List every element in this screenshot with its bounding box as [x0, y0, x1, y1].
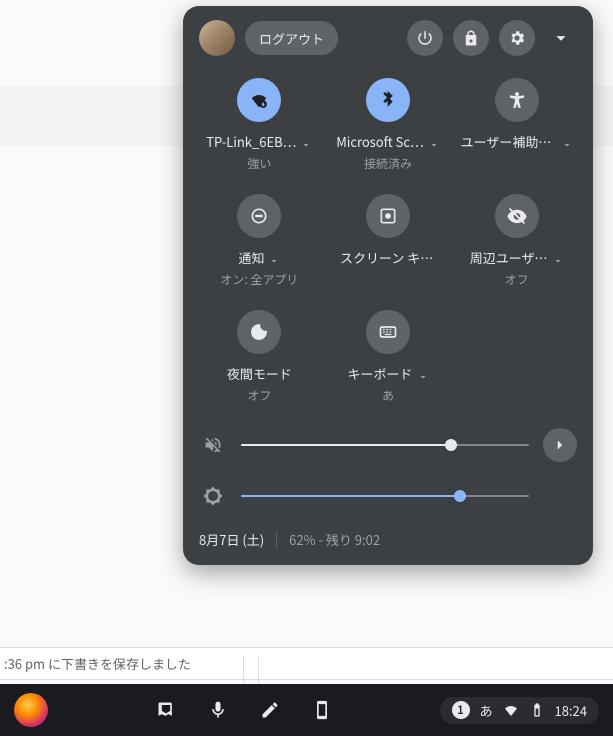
- dictation-button[interactable]: [203, 695, 233, 725]
- tile-notifications-toggle[interactable]: [237, 194, 281, 238]
- tile-nightlight: 夜間モードオフ: [199, 310, 320, 404]
- logout-button[interactable]: ログアウト: [245, 21, 338, 55]
- bluetooth-icon: [378, 90, 398, 110]
- ime-indicator: あ: [480, 701, 493, 720]
- nearby-icon: [507, 206, 527, 226]
- phone-hub-button[interactable]: [307, 695, 337, 725]
- phone-icon: [312, 700, 332, 720]
- tile-nearby-sub: オフ: [505, 271, 529, 288]
- brightness-icon: [199, 482, 227, 510]
- notification-count: 1: [452, 701, 470, 719]
- tile-keyboard-sub: あ: [382, 387, 394, 404]
- tile-wifi-toggle[interactable]: [237, 78, 281, 122]
- tile-screencap-label: スクリーン キャプチャ: [340, 248, 436, 267]
- chevron-right-icon: [551, 436, 569, 454]
- tile-nightlight-sub: オフ: [247, 387, 271, 404]
- notifications-icon: [249, 206, 269, 226]
- dropdown-arrow-icon: [268, 252, 280, 264]
- lock-button[interactable]: [453, 20, 489, 56]
- firefox-app-icon[interactable]: [14, 693, 48, 727]
- tile-bluetooth-label-row[interactable]: Microsoft Sc…: [336, 132, 440, 151]
- tile-bluetooth-label: Microsoft Sc…: [336, 132, 424, 151]
- volume-slider[interactable]: [241, 435, 529, 455]
- tile-wifi-sub: 強い: [247, 155, 271, 172]
- dropdown-arrow-icon: [428, 136, 440, 148]
- gear-icon: [508, 29, 526, 47]
- tile-nightlight-label-row: 夜間モード: [227, 364, 292, 383]
- accessibility-icon: [507, 90, 527, 110]
- brightness-low-icon: [203, 486, 223, 506]
- tile-accessibility: ユーザー補助機能: [456, 78, 577, 172]
- power-button[interactable]: [407, 20, 443, 56]
- dropdown-arrow-icon: [300, 136, 312, 148]
- shelf: 1 あ 18:24: [0, 684, 613, 736]
- tile-bluetooth-sub: 接続済み: [364, 155, 412, 172]
- stylus-button[interactable]: [255, 695, 285, 725]
- tile-notifications-label: 通知: [238, 248, 264, 267]
- volume-mute-button[interactable]: [199, 431, 227, 459]
- chevron-down-icon: [550, 27, 572, 49]
- autosave-status: :36 pm に下書きを保存しました: [0, 647, 613, 680]
- tile-nearby: 周辺ユーザ… オフ: [456, 194, 577, 288]
- tile-bluetooth-toggle[interactable]: [366, 78, 410, 122]
- audio-settings-button[interactable]: [543, 428, 577, 462]
- wifi-icon: [249, 90, 269, 110]
- dropdown-arrow-icon: [561, 136, 573, 148]
- tile-keyboard-label-row[interactable]: キーボード: [347, 364, 428, 383]
- status-tray[interactable]: 1 あ 18:24: [440, 697, 600, 724]
- tile-bluetooth: Microsoft Sc… 接続済み: [328, 78, 449, 172]
- tile-accessibility-label-row[interactable]: ユーザー補助機能: [461, 132, 573, 151]
- tile-keyboard-label: キーボード: [347, 364, 412, 383]
- screencap-icon: [378, 206, 398, 226]
- tile-nearby-toggle[interactable]: [495, 194, 539, 238]
- mic-icon: [208, 700, 228, 720]
- settings-button[interactable]: [499, 20, 535, 56]
- tote-holding-space-button[interactable]: [151, 695, 181, 725]
- tile-nightlight-toggle[interactable]: [237, 310, 281, 354]
- tile-nearby-label: 周辺ユーザ…: [470, 248, 548, 267]
- tile-screencap: スクリーン キャプチャ: [328, 194, 449, 288]
- power-icon: [416, 29, 434, 47]
- tile-notifications: 通知オン: 全アプリ: [199, 194, 320, 288]
- tile-wifi-label: TP-Link_6EB…: [206, 132, 296, 151]
- tile-accessibility-label: ユーザー補助機能: [461, 132, 557, 151]
- tile-notifications-label-row[interactable]: 通知: [238, 248, 280, 267]
- pen-icon: [260, 700, 280, 720]
- quick-settings-panel: ログアウト TP-Link_6EB… 強い Microsoft Sc… 接続済み ユーザ…: [183, 6, 593, 565]
- tile-nightlight-label: 夜間モード: [227, 364, 292, 383]
- tile-keyboard: キーボードあ: [328, 310, 449, 404]
- clock: 18:24: [555, 701, 587, 720]
- logout-label: ログアウト: [259, 29, 324, 48]
- battery-status[interactable]: 62% - 残り 9:02: [289, 530, 380, 549]
- date-text: 8月7日 (土): [199, 530, 264, 549]
- tile-screencap-label-row: スクリーン キャプチャ: [340, 248, 436, 267]
- tile-nearby-label-row[interactable]: 周辺ユーザ…: [470, 248, 564, 267]
- user-avatar[interactable]: [199, 20, 235, 56]
- dropdown-arrow-icon: [417, 368, 429, 380]
- lock-icon: [462, 29, 480, 47]
- tile-keyboard-toggle[interactable]: [366, 310, 410, 354]
- tile-notifications-sub: オン: 全アプリ: [220, 271, 298, 288]
- tote-icon: [156, 700, 176, 720]
- nightlight-icon: [249, 322, 269, 342]
- brightness-slider[interactable]: [241, 486, 529, 506]
- volume-off-icon: [203, 435, 223, 455]
- collapse-button[interactable]: [545, 22, 577, 54]
- tile-screencap-toggle[interactable]: [366, 194, 410, 238]
- wifi-status-icon: [503, 702, 519, 718]
- tile-accessibility-toggle[interactable]: [495, 78, 539, 122]
- battery-status-icon: [529, 702, 545, 718]
- dropdown-arrow-icon: [552, 252, 564, 264]
- tile-wifi-label-row[interactable]: TP-Link_6EB…: [206, 132, 312, 151]
- tile-wifi: TP-Link_6EB… 強い: [199, 78, 320, 172]
- keyboard-icon: [378, 322, 398, 342]
